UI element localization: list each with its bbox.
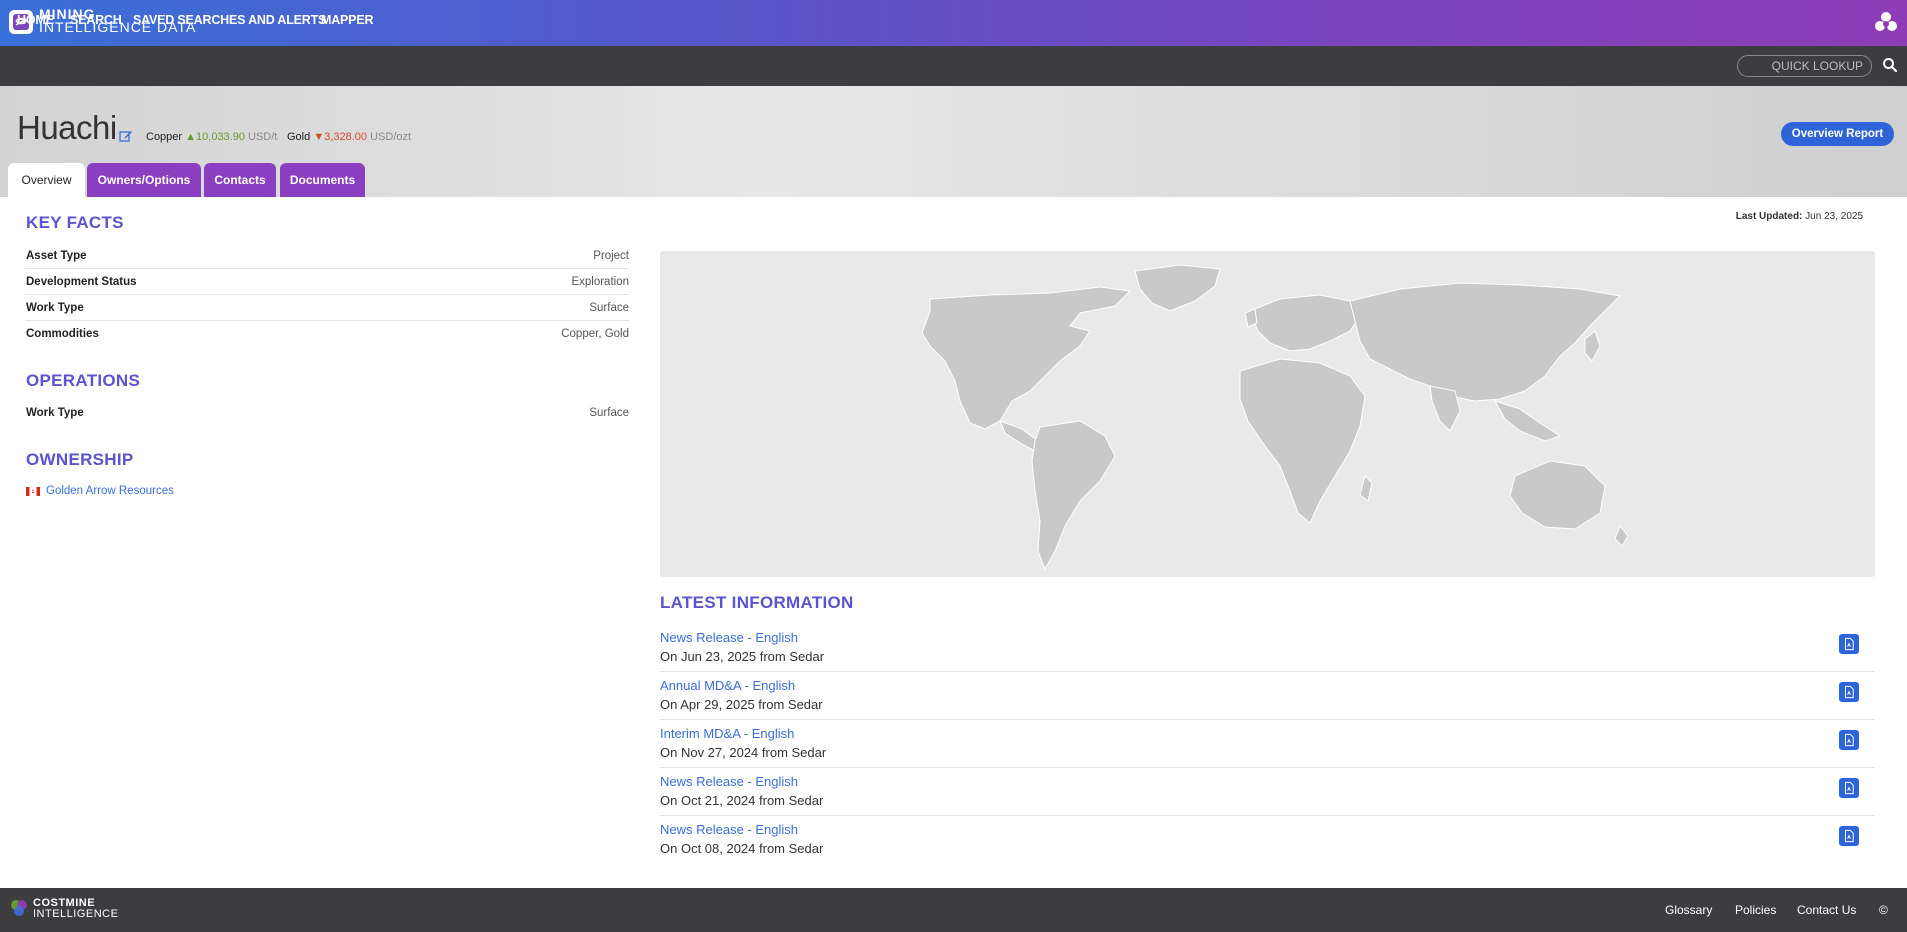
owner-link[interactable]: Golden Arrow Resources: [26, 485, 174, 497]
footer: [0, 888, 1907, 932]
key-fact-label: Development Status: [26, 276, 137, 288]
tab-documents[interactable]: Documents: [280, 163, 365, 197]
commodity-unit: USD/t: [248, 131, 278, 143]
pdf-icon[interactable]: [1839, 634, 1859, 654]
latest-information-title: LATEST INFORMATION: [660, 593, 854, 612]
madagascar-shape: [1359, 475, 1373, 502]
nav-mapper[interactable]: MAPPER: [321, 13, 373, 27]
price-down-icon: ▼: [313, 131, 325, 143]
footer-brand-line-2: INTELLIGENCE: [33, 908, 119, 920]
nav-home[interactable]: HOME: [17, 13, 54, 27]
copper-price: Copper ▲10,033.90 USD/t: [146, 131, 277, 143]
europe-shape: [1249, 294, 1361, 352]
news-meta: On Apr 29, 2025 from Sedar: [660, 697, 823, 712]
key-fact-label: Asset Type: [26, 250, 87, 262]
japan-shape: [1584, 330, 1601, 362]
tab-owners-options[interactable]: Owners/Options: [87, 163, 201, 197]
edit-icon[interactable]: [119, 129, 133, 143]
last-updated-value: Jun 23, 2025: [1805, 211, 1863, 222]
news-title-link[interactable]: News Release - English: [660, 774, 798, 789]
app-switcher-icon[interactable]: [1873, 10, 1899, 36]
news-item: News Release - English On Oct 08, 2024 f…: [660, 816, 1875, 864]
world-map[interactable]: [660, 251, 1875, 577]
key-fact-row: Commodities Copper, Gold: [25, 321, 629, 347]
footer-link-glossary[interactable]: Glossary: [1665, 903, 1712, 917]
commodity-name: Copper: [146, 131, 183, 143]
news-item: News Release - English On Jun 23, 2025 f…: [660, 624, 1875, 672]
ownership-title: OWNERSHIP: [26, 450, 134, 469]
key-fact-label: Work Type: [26, 302, 84, 314]
costmine-logo-icon[interactable]: [8, 897, 30, 919]
last-updated: Last Updated: Jun 23, 2025: [1736, 211, 1863, 222]
new-zealand-shape: [1614, 525, 1629, 547]
pdf-icon[interactable]: [1839, 826, 1859, 846]
greenland-shape: [1134, 264, 1221, 312]
north-america-shape: [921, 286, 1132, 430]
commodity-value: 10,033.90: [196, 131, 245, 143]
news-title-link[interactable]: Interim MD&A - English: [660, 726, 794, 741]
key-fact-label: Commodities: [26, 328, 99, 340]
footer-link-policies[interactable]: Policies: [1735, 903, 1776, 917]
tab-contacts[interactable]: Contacts: [204, 163, 276, 197]
operations-title: OPERATIONS: [26, 371, 141, 390]
page-title: Huachi: [17, 109, 117, 146]
footer-link-contact-us[interactable]: Contact Us: [1797, 903, 1856, 917]
key-fact-value: Exploration: [571, 276, 629, 288]
news-item: Interim MD&A - English On Nov 27, 2024 f…: [660, 720, 1875, 768]
key-fact-row: Asset Type Project: [25, 243, 629, 269]
key-fact-value: Copper, Gold: [561, 328, 629, 340]
south-america-shape: [1031, 420, 1116, 571]
key-fact-value: Project: [593, 250, 629, 262]
news-item: Annual MD&A - English On Apr 29, 2025 fr…: [660, 672, 1875, 720]
nav-search[interactable]: SEARCH: [70, 13, 122, 27]
commodity-unit: USD/ozt: [370, 131, 412, 143]
pdf-icon[interactable]: [1839, 682, 1859, 702]
india-shape: [1429, 385, 1461, 432]
search-icon[interactable]: [1881, 56, 1899, 74]
news-item: News Release - English On Oct 21, 2024 f…: [660, 768, 1875, 816]
key-fact-row: Work Type Surface: [25, 295, 629, 321]
news-meta: On Oct 21, 2024 from Sedar: [660, 793, 824, 808]
commodity-name: Gold: [287, 131, 311, 143]
australia-shape: [1509, 460, 1606, 530]
key-fact-value: Surface: [589, 302, 629, 314]
uk-shape: [1244, 308, 1258, 328]
news-title-link[interactable]: News Release - English: [660, 630, 798, 645]
quick-lookup-input[interactable]: [1737, 55, 1872, 77]
commodity-value: 3,328.00: [324, 131, 368, 143]
news-title-link[interactable]: Annual MD&A - English: [660, 678, 795, 693]
news-meta: On Oct 08, 2024 from Sedar: [660, 841, 824, 856]
news-meta: On Nov 27, 2024 from Sedar: [660, 745, 827, 760]
world-map-svg: [921, 264, 1629, 571]
key-facts-title: KEY FACTS: [26, 213, 124, 232]
key-fact-row: Development Status Exploration: [25, 269, 629, 295]
operations-value: Surface: [589, 407, 629, 419]
operations-label: Work Type: [26, 407, 84, 419]
last-updated-label: Last Updated:: [1735, 211, 1803, 222]
nav-saved-searches-alerts[interactable]: SAVED SEARCHES AND ALERTS: [133, 13, 326, 27]
gold-price: Gold ▼3,328.00 USD/ozt: [287, 131, 411, 143]
news-title-link[interactable]: News Release - English: [660, 822, 798, 837]
pdf-icon[interactable]: [1839, 778, 1859, 798]
tab-overview[interactable]: Overview: [8, 163, 85, 197]
news-meta: On Jun 23, 2025 from Sedar: [660, 649, 825, 664]
operations-row: Work Type Surface: [25, 400, 629, 426]
footer-brand[interactable]: COSTMINE INTELLIGENCE: [33, 898, 118, 920]
price-up-icon: ▲: [185, 131, 197, 143]
canada-flag-icon: [26, 486, 40, 496]
footer-copyright: ©: [1879, 903, 1888, 917]
asia-shape: [1349, 282, 1622, 402]
southeast-asia-shape: [1493, 400, 1562, 442]
africa-shape: [1239, 358, 1366, 524]
main-nav: [0, 46, 1907, 86]
overview-report-button[interactable]: Overview Report: [1781, 122, 1894, 146]
pdf-icon[interactable]: [1839, 730, 1859, 750]
owner-name: Golden Arrow Resources: [46, 485, 174, 497]
